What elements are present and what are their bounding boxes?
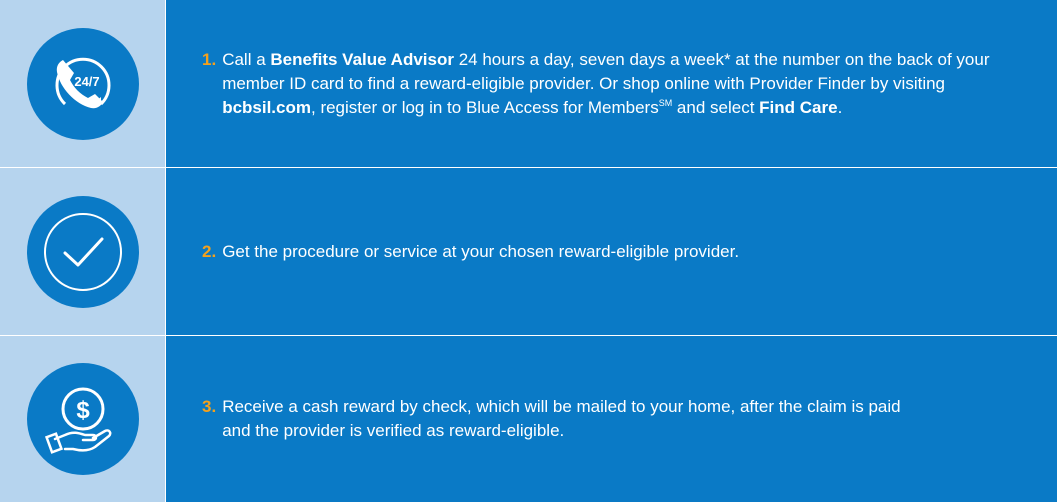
step-3-text: 3. Receive a cash reward by check, which…	[202, 395, 922, 443]
phone-24-7-icon: 24/7	[55, 57, 110, 108]
phone-icon-label: 24/7	[74, 74, 99, 89]
step-3-icon-circle: $	[26, 363, 139, 475]
step-3-text-cell: 3. Receive a cash reward by check, which…	[166, 336, 1057, 502]
step-2-icon-cell	[0, 168, 166, 335]
benefits-value-advisor: Benefits Value Advisor	[270, 49, 454, 69]
step-1-t1: Call a	[222, 49, 271, 69]
step-3-icon-cell: $	[0, 336, 166, 502]
step-1-t3: , register or log in to Blue Access for …	[311, 97, 659, 117]
hand-dollar-icon: $	[44, 387, 111, 454]
step-1-body: Call a Benefits Value Advisor 24 hours a…	[222, 48, 1017, 120]
step-1: 24/7 1. Call a Benefits Value Advisor 24…	[0, 0, 1057, 167]
dollar-sign-glyph: $	[76, 397, 90, 424]
service-mark: SM	[658, 97, 673, 108]
website-link[interactable]: bcbsil.com	[222, 98, 311, 117]
steps-list: 24/7 1. Call a Benefits Value Advisor 24…	[0, 0, 1057, 503]
step-3: $ 3. Receive a cash reward by check, whi…	[0, 335, 1057, 502]
step-2-text: 2. Get the procedure or service at your …	[202, 240, 739, 264]
step-1-icon-circle: 24/7	[26, 27, 139, 140]
step-1-t4: and select	[672, 97, 760, 117]
step-1-text: 1. Call a Benefits Value Advisor 24 hour…	[202, 48, 1017, 120]
checkmark-icon	[43, 212, 122, 291]
step-1-number: 1.	[202, 49, 217, 69]
find-care-label: Find Care	[759, 97, 838, 117]
step-2-number: 2.	[202, 241, 217, 261]
step-3-number: 3.	[202, 397, 217, 416]
step-1-t5: .	[837, 97, 843, 117]
step-2-icon-circle	[26, 195, 139, 308]
step-2-body: Get the procedure or service at your cho…	[222, 241, 740, 261]
step-1-icon-cell: 24/7	[0, 0, 166, 167]
step-2: 2. Get the procedure or service at your …	[0, 167, 1057, 335]
step-1-text-cell: 1. Call a Benefits Value Advisor 24 hour…	[166, 0, 1057, 167]
step-3-body: Receive a cash reward by check, which wi…	[222, 397, 901, 440]
step-2-text-cell: 2. Get the procedure or service at your …	[166, 168, 1057, 335]
